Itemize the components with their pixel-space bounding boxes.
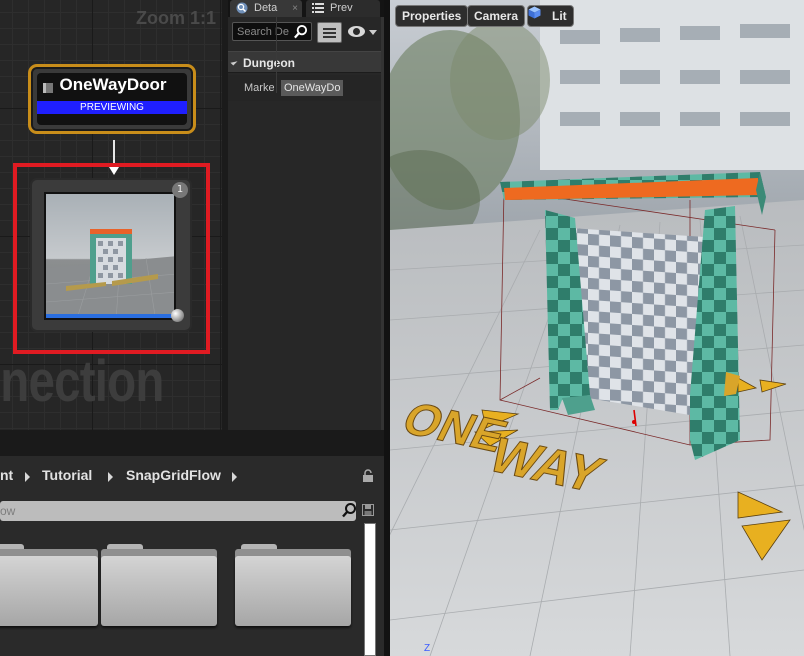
tab-preview-label: Prev	[330, 2, 353, 14]
viewport-properties-button[interactable]: Properties	[395, 5, 469, 27]
info-icon	[236, 2, 248, 14]
chevron-down-icon	[369, 30, 377, 35]
content-search-input[interactable]	[0, 503, 330, 519]
content-scrollbar[interactable]	[364, 523, 376, 656]
graph-watermark: nnection	[0, 349, 164, 414]
visibility-dropdown[interactable]	[346, 24, 380, 40]
lit-button-label: Lit	[552, 9, 567, 23]
viewport-scene: ONE WAY	[390, 0, 804, 656]
folder-front	[101, 556, 217, 626]
folder-icon[interactable]	[235, 544, 351, 628]
level-viewport[interactable]: ONE WAY Properties Camera Lit Z	[390, 0, 804, 656]
details-search-input[interactable]	[237, 25, 293, 39]
category-label: Dungeon	[243, 56, 295, 70]
search-icon[interactable]	[293, 24, 308, 39]
folder-icon[interactable]	[0, 544, 98, 628]
collapse-arrow-icon[interactable]	[230, 58, 238, 66]
property-name: Marke	[244, 82, 274, 94]
viewport-lit-button[interactable]: Lit	[527, 5, 574, 27]
category-dungeon[interactable]: Dungeon	[228, 51, 384, 73]
zoom-label: Zoom 1:1	[136, 8, 217, 28]
breadcrumb-item-tutorial[interactable]: Tutorial	[42, 467, 92, 483]
content-filter-box[interactable]	[0, 501, 356, 521]
viewport-camera-button[interactable]: Camera	[467, 5, 526, 27]
tab-details-label: Deta	[254, 2, 278, 14]
node-status-bar: PREVIEWING	[37, 101, 187, 114]
list-view-icon	[323, 28, 336, 30]
eye-icon	[348, 26, 365, 37]
details-tab-bar: Deta × Prev	[228, 0, 384, 17]
save-icon[interactable]	[362, 504, 374, 516]
node-title: OneWayDoor	[59, 75, 167, 94]
breadcrumb: nt Tutorial SnapGridFlow	[0, 456, 384, 494]
breadcrumb-item-content[interactable]: nt	[0, 467, 13, 483]
content-browser: nt Tutorial SnapGridFlow	[0, 456, 384, 656]
folder-front	[235, 556, 351, 626]
close-icon[interactable]: ×	[292, 0, 298, 17]
breadcrumb-arrow-icon[interactable]	[232, 472, 237, 482]
cube-icon	[528, 6, 541, 19]
breadcrumb-item-snapgridflow[interactable]: SnapGridFlow	[126, 467, 221, 483]
details-body: Dungeon Marke OneWayDo	[228, 17, 384, 430]
one-way-door-node[interactable]: OneWayDoor PREVIEWING	[28, 64, 196, 134]
horizontal-splitter[interactable]	[0, 430, 384, 456]
tab-preview[interactable]: Prev	[306, 0, 380, 17]
details-panel: Deta × Prev Dungeon Marke	[228, 0, 384, 430]
folder-front	[0, 556, 98, 626]
breadcrumb-arrow-icon[interactable]	[108, 472, 113, 482]
property-splitter[interactable]	[276, 17, 277, 93]
highlight-annotation-box	[13, 163, 210, 354]
search-icon[interactable]	[341, 502, 357, 518]
lock-icon[interactable]	[362, 469, 374, 483]
list-view-button[interactable]	[317, 22, 342, 43]
tab-details[interactable]: Deta ×	[230, 0, 302, 17]
axis-gizmo-z: Z	[424, 643, 431, 654]
details-search-box[interactable]	[232, 22, 312, 41]
property-row-marker: Marke OneWayDo	[228, 75, 384, 101]
graph-editor-panel[interactable]: Zoom 1:1 nnection OneWayDoor PREVIEWING	[0, 0, 228, 430]
breadcrumb-arrow-icon[interactable]	[25, 472, 30, 482]
folder-icon[interactable]	[101, 544, 217, 628]
property-value-field[interactable]: OneWayDo	[281, 80, 343, 96]
list-icon	[312, 2, 324, 14]
